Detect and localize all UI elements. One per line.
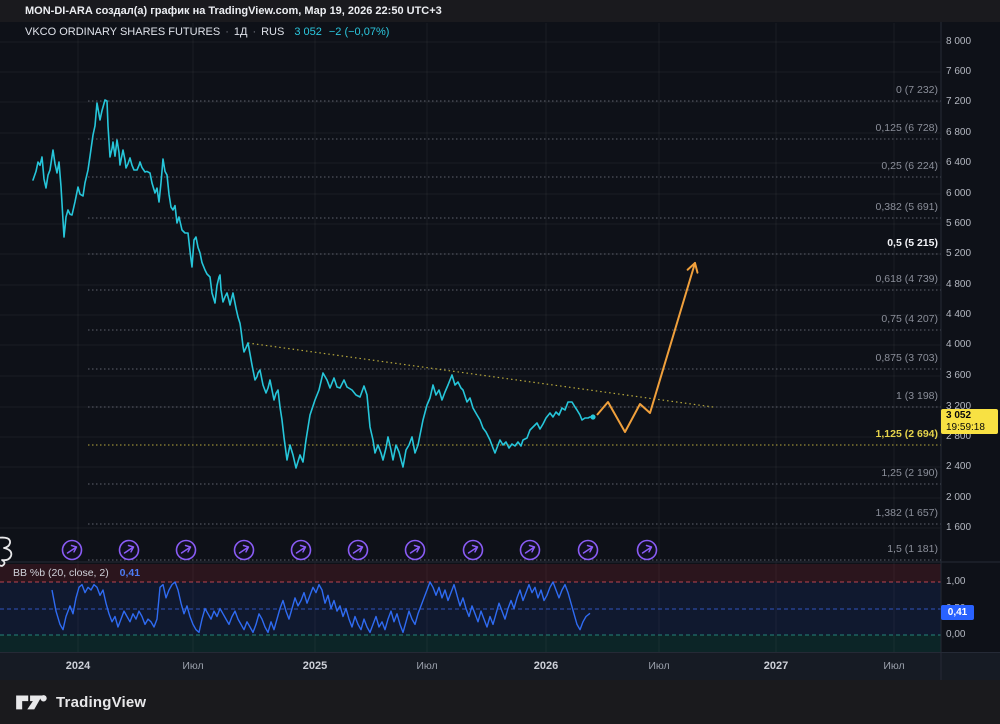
last-price-value: 3 052 bbox=[294, 26, 322, 38]
separator-dot: · bbox=[225, 26, 229, 38]
footer-brand-text[interactable]: TradingView bbox=[56, 694, 146, 711]
share-info-text: MON-DI-ARA создал(а) график на TradingVi… bbox=[25, 5, 442, 17]
indicator-value: 0,41 bbox=[119, 567, 141, 579]
tradingview-logo-icon[interactable] bbox=[14, 689, 48, 715]
interval-label[interactable]: 1Д bbox=[234, 26, 248, 38]
symbol-name[interactable]: VKCO ORDINARY SHARES FUTURES bbox=[25, 26, 220, 38]
chart-plot-background bbox=[0, 22, 1000, 652]
price-change-value: −2 (−0,07%) bbox=[328, 26, 390, 38]
last-price-tag: 3 052 19:59:18 bbox=[941, 409, 998, 434]
share-info-bar: MON-DI-ARA создал(а) график на TradingVi… bbox=[0, 0, 1000, 22]
indicator-value-tag: 0,41 bbox=[941, 605, 974, 620]
bar-countdown: 19:59:18 bbox=[946, 422, 985, 433]
footer-bar: TradingView bbox=[0, 680, 1000, 724]
exchange-label: RUS bbox=[261, 26, 285, 38]
separator-dot: · bbox=[252, 26, 257, 38]
indicator-value-tag-text: 0,41 bbox=[947, 607, 968, 618]
last-price-tag-value: 3 052 bbox=[946, 410, 972, 421]
symbol-header[interactable]: VKCO ORDINARY SHARES FUTURES · 1Д · RUS 3 052… bbox=[25, 26, 389, 42]
indicator-header[interactable]: BB %b (20, close, 2) 0,41 bbox=[13, 567, 140, 579]
time-axis-strip[interactable] bbox=[0, 652, 1000, 680]
indicator-title[interactable]: BB %b (20, close, 2) bbox=[13, 567, 109, 579]
